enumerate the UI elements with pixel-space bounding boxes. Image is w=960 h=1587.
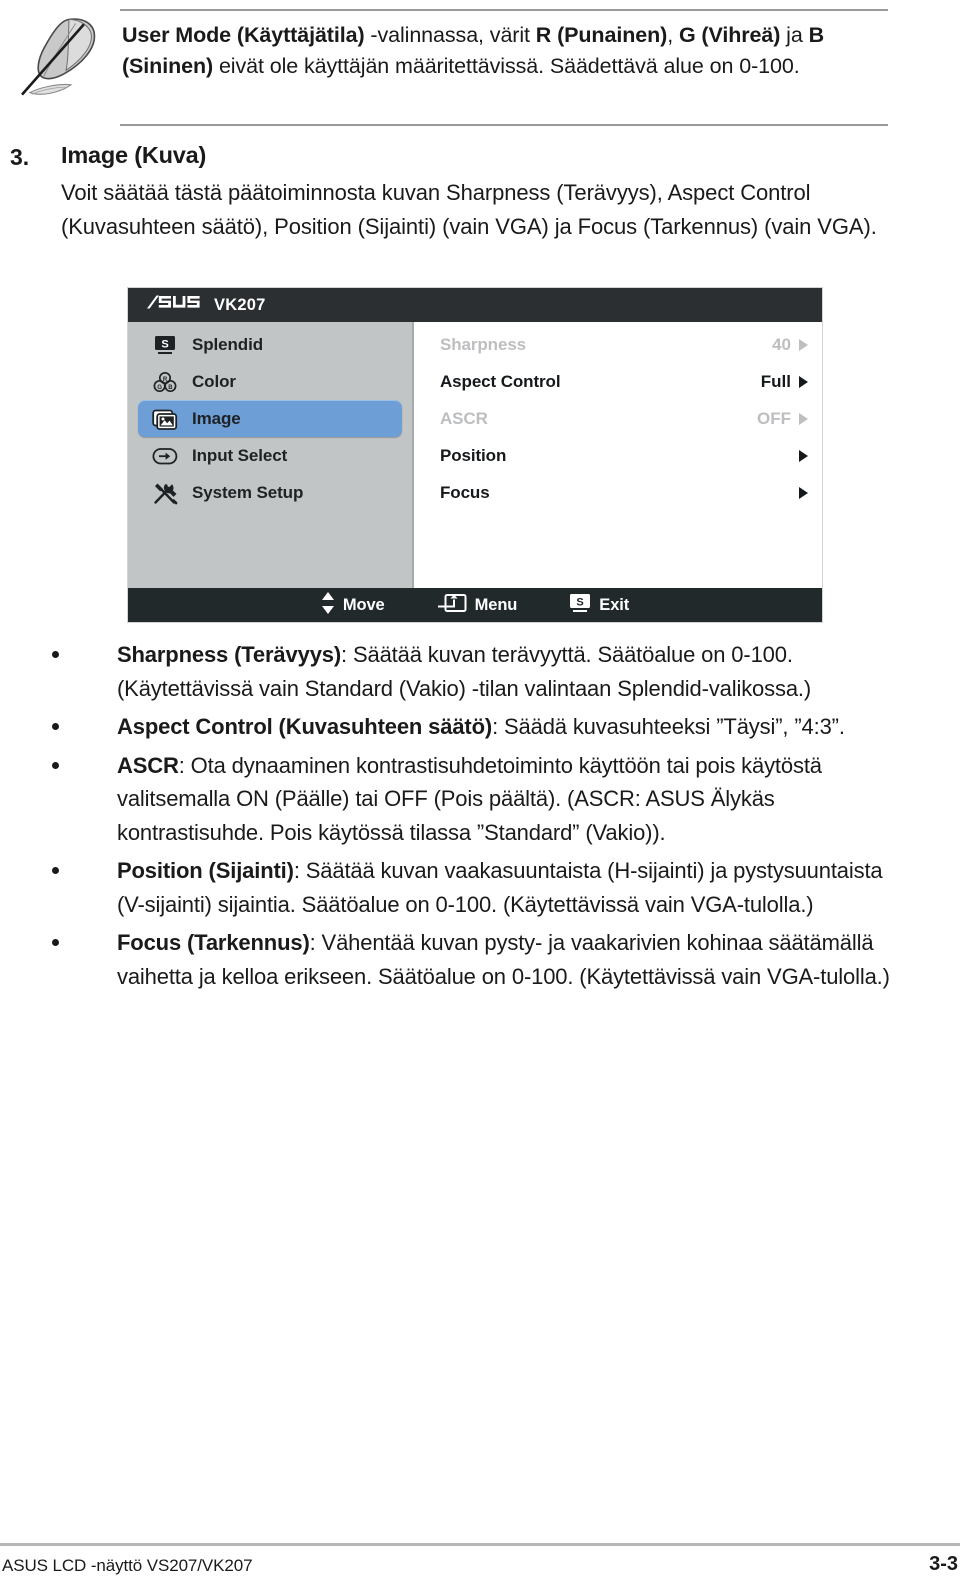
osd-sidebar-item-system-setup[interactable]: System Setup bbox=[138, 474, 402, 511]
svg-text:G: G bbox=[157, 385, 162, 391]
menu-enter-icon bbox=[437, 592, 467, 619]
bullet-desc: : Säädä kuvasuhteeksi ”Täysi”, ”4:3”. bbox=[492, 714, 845, 739]
osd-model-name: VK207 bbox=[214, 295, 266, 314]
osd-hint-label: Move bbox=[342, 595, 385, 614]
bullet-term: Aspect Control (Kuvasuhteen säätö) bbox=[117, 714, 493, 739]
list-item: Aspect Control (Kuvasuhteen säätö): Sääd… bbox=[0, 710, 960, 744]
section-number: 3. bbox=[10, 144, 30, 170]
note-callout: User Mode (Käyttäjätila) -valinnassa, vä… bbox=[0, 0, 960, 130]
osd-sidebar-label: Splendid bbox=[192, 334, 263, 354]
osd-row-label: ASCR bbox=[440, 408, 488, 428]
footer-rule bbox=[0, 1543, 960, 1546]
osd-sidebar-label: Image bbox=[192, 408, 241, 428]
osd-sidebar-item-input-select[interactable]: Input Select bbox=[138, 437, 402, 474]
note-rule-bottom bbox=[120, 124, 888, 126]
svg-text:R: R bbox=[163, 377, 168, 383]
color-rgb-icon: R G B bbox=[150, 369, 180, 395]
osd-row-focus[interactable]: Focus bbox=[414, 474, 822, 511]
bullet-term: Sharpness (Terävyys) bbox=[117, 642, 342, 667]
bullet-dot-icon bbox=[52, 939, 59, 946]
bullet-dot-icon bbox=[52, 723, 59, 730]
osd-titlebar: VK207 bbox=[128, 288, 822, 322]
osd-footer-hints: Move Menu S Exit bbox=[128, 588, 822, 622]
osd-sidebar: S Splendid R G B Color Image Input Selec… bbox=[128, 322, 414, 588]
osd-row-label: Focus bbox=[440, 482, 490, 502]
list-item: Focus (Tarkennus): Vähentää kuvan pysty-… bbox=[0, 926, 960, 993]
svg-text:S: S bbox=[577, 596, 584, 608]
note-text: User Mode (Käyttäjätila) -valinnassa, vä… bbox=[122, 23, 825, 78]
osd-hint-move[interactable]: Move bbox=[321, 591, 385, 620]
osd-hint-label: Menu bbox=[474, 595, 518, 614]
osd-row-aspect-control[interactable]: Aspect Control Full bbox=[414, 363, 822, 400]
svg-text:S: S bbox=[161, 338, 168, 350]
footer-product-name: ASUS LCD -näyttö VS207/VK207 bbox=[2, 1556, 253, 1575]
osd-row-sharpness[interactable]: Sharpness 40 bbox=[414, 326, 822, 363]
asus-logo-icon bbox=[147, 295, 205, 315]
osd-hint-menu[interactable]: Menu bbox=[437, 592, 518, 619]
osd-sidebar-item-image[interactable]: Image bbox=[138, 400, 402, 437]
osd-menu-window: VK207 S Splendid R G B Color Image Input… bbox=[128, 288, 822, 622]
section-body: Voit säätää tästä päätoiminnosta kuvan S… bbox=[61, 180, 877, 239]
bullet-dot-icon bbox=[52, 651, 59, 658]
splendid-s-icon: S bbox=[150, 332, 180, 358]
osd-row-position[interactable]: Position bbox=[414, 437, 822, 474]
osd-body: S Splendid R G B Color Image Input Selec… bbox=[128, 322, 822, 588]
note-rule-top bbox=[120, 9, 888, 11]
image-picture-icon bbox=[150, 406, 180, 432]
svg-text:B: B bbox=[168, 385, 173, 391]
input-arrow-icon bbox=[150, 443, 180, 469]
chevron-right-icon bbox=[799, 486, 808, 499]
feature-bullet-list: Sharpness (Terävyys): Säätää kuvan teräv… bbox=[0, 638, 960, 998]
bullet-term: Focus (Tarkennus) bbox=[117, 930, 310, 955]
chevron-right-icon bbox=[799, 338, 808, 351]
osd-row-ascr[interactable]: ASCR OFF bbox=[414, 400, 822, 437]
chevron-right-icon bbox=[799, 412, 808, 425]
bullet-term: ASCR bbox=[117, 752, 179, 778]
osd-sidebar-label: System Setup bbox=[192, 482, 304, 502]
osd-row-value: 40 bbox=[772, 334, 791, 354]
osd-row-label: Position bbox=[440, 445, 507, 465]
osd-row-value: OFF bbox=[757, 408, 791, 428]
osd-settings-pane: Sharpness 40 Aspect Control Full ASCR OF… bbox=[414, 322, 822, 588]
section-title: Image (Kuva) bbox=[61, 142, 207, 168]
list-item: Position (Sijainti): Säätää kuvan vaakas… bbox=[0, 854, 960, 921]
osd-sidebar-item-splendid[interactable]: S Splendid bbox=[138, 326, 402, 363]
chevron-right-icon bbox=[799, 375, 808, 388]
feather-quill-icon bbox=[8, 4, 112, 108]
splendid-s-icon: S bbox=[569, 592, 591, 619]
bullet-desc: : Ota dynaaminen kontrastisuhdetoiminto … bbox=[117, 752, 822, 845]
osd-hint-label: Exit bbox=[599, 595, 630, 614]
chevron-right-icon bbox=[799, 449, 808, 462]
bullet-dot-icon bbox=[52, 761, 59, 769]
osd-sidebar-label: Input Select bbox=[192, 445, 288, 465]
bullet-term: Position (Sijainti) bbox=[117, 858, 294, 883]
list-item: Sharpness (Terävyys): Säätää kuvan teräv… bbox=[0, 638, 960, 705]
osd-hint-exit[interactable]: S Exit bbox=[569, 592, 629, 619]
tools-icon bbox=[150, 480, 180, 506]
bullet-dot-icon bbox=[52, 867, 59, 874]
up-down-arrows-icon bbox=[321, 591, 335, 620]
osd-sidebar-label: Color bbox=[192, 371, 236, 391]
page-footer: ASUS LCD -näyttö VS207/VK207 3-3 bbox=[0, 1518, 960, 1587]
page-number: 3-3 bbox=[929, 1553, 958, 1575]
osd-row-label: Aspect Control bbox=[440, 371, 561, 391]
osd-row-label: Sharpness bbox=[440, 334, 527, 354]
osd-row-value: Full bbox=[760, 371, 791, 391]
list-item: ASCR: Ota dynaaminen kontrastisuhdetoimi… bbox=[0, 749, 960, 850]
osd-sidebar-item-color[interactable]: R G B Color bbox=[138, 363, 402, 400]
